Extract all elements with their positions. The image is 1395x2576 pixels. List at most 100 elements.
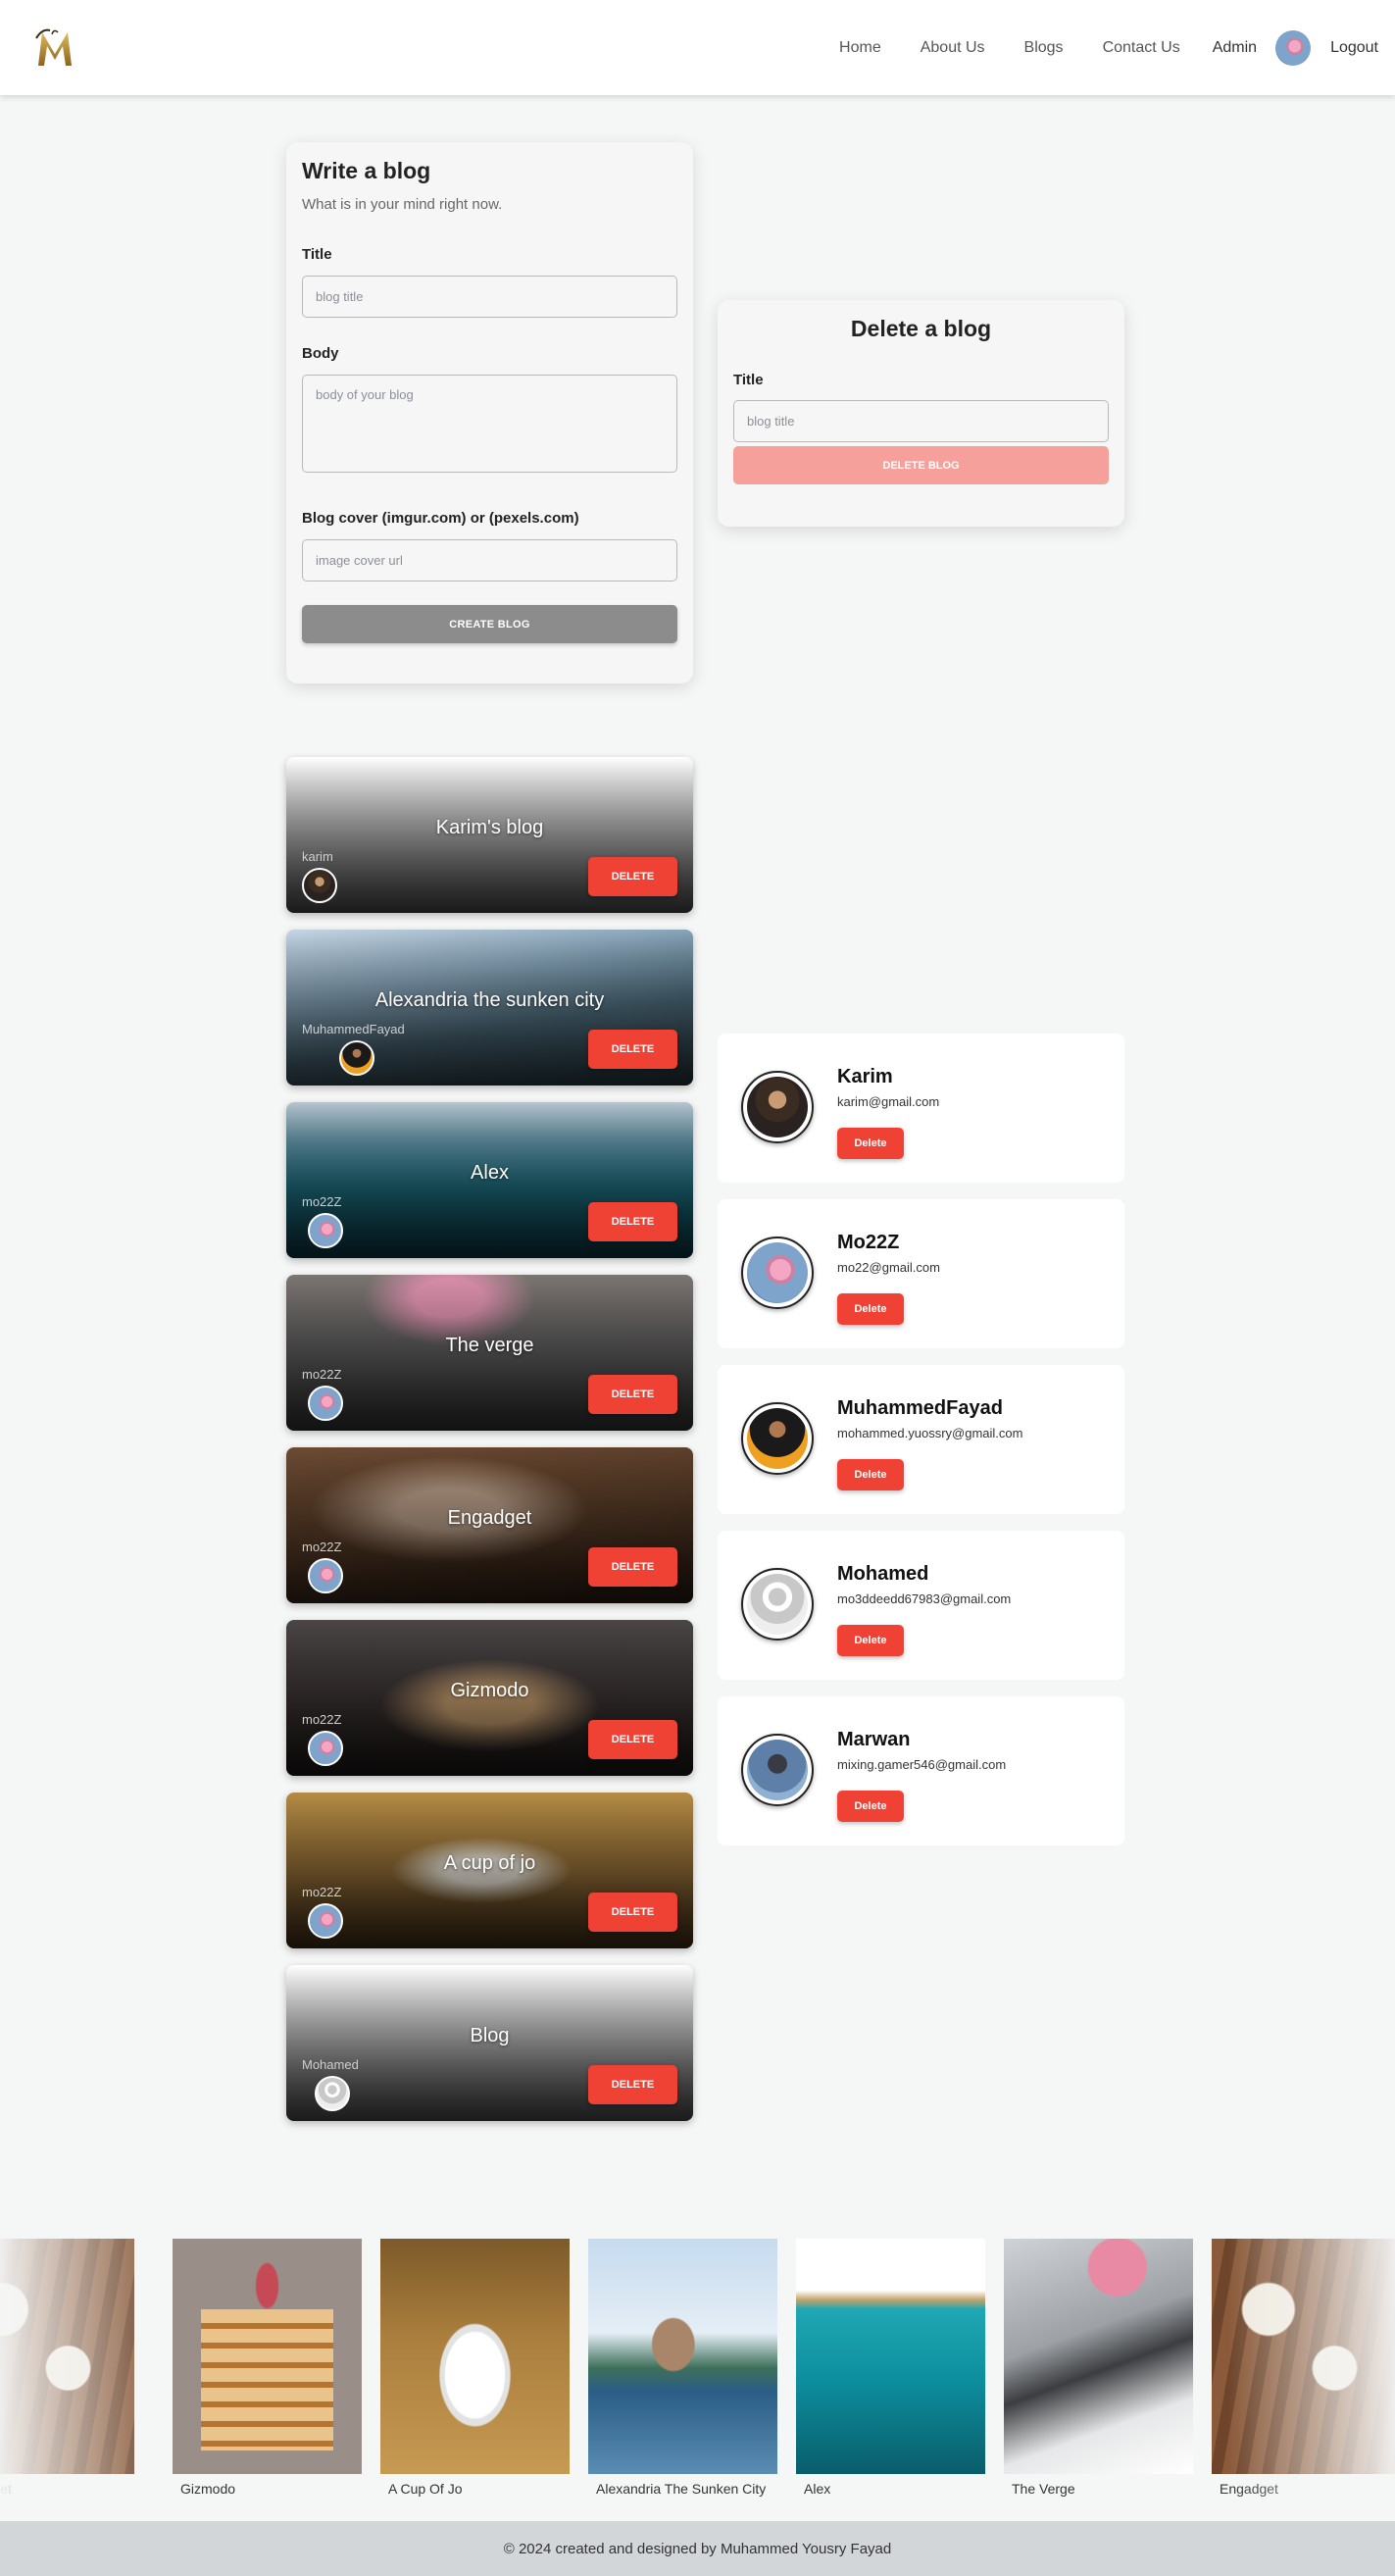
delete-blog-button[interactable]: DELETE BLOG [733, 446, 1109, 484]
blog-card[interactable]: Alex mo22Z DELETE [286, 1102, 693, 1258]
delete-blog-card-button[interactable]: DELETE [588, 1547, 677, 1587]
create-blog-button[interactable]: CREATE BLOG [302, 605, 677, 643]
avatar-image [747, 1077, 808, 1137]
blog-card-author: mo22Z [302, 1367, 342, 1382]
user-card-avatar [741, 1568, 814, 1641]
blog-title-input[interactable] [302, 276, 677, 318]
avatar-image [747, 1408, 808, 1469]
blog-card-title: The verge [445, 1335, 534, 1356]
delete-blog-card-button[interactable]: DELETE [588, 1375, 677, 1414]
blog-card[interactable]: Karim's blog karim DELETE [286, 757, 693, 913]
blog-card-author: Mohamed [302, 2057, 359, 2072]
delete-blog-card-button[interactable]: DELETE [588, 857, 677, 896]
title-label: Title [302, 246, 332, 263]
carousel-slide[interactable]: The Verge [1004, 2239, 1193, 2497]
user-card-name: Karim [837, 1066, 893, 1087]
user-card-name: Mohamed [837, 1563, 929, 1585]
user-card-name: Mo22Z [837, 1232, 900, 1253]
nav-link-home[interactable]: Home [839, 39, 881, 57]
site-logo[interactable] [32, 26, 77, 70]
carousel-slide-image[interactable] [380, 2239, 570, 2474]
write-blog-card: Write a blog What is in your mind right … [286, 142, 693, 683]
blog-cover-input[interactable] [302, 539, 677, 581]
blog-card-title: Blog [470, 2025, 510, 2046]
delete-blog-title: Delete a blog [850, 316, 992, 341]
delete-blog-card-button[interactable]: DELETE [588, 2065, 677, 2104]
user-card: MuhammedFayad mohammed.yuossry@gmail.com D… [718, 1365, 1124, 1514]
blog-author-avatar [308, 1903, 343, 1939]
delete-user-button[interactable]: Delete [837, 1791, 904, 1822]
blog-card-title: Gizmodo [450, 1680, 529, 1701]
delete-blog-card-button[interactable]: DELETE [588, 1893, 677, 1932]
write-blog-subtitle: What is in your mind right now. [302, 196, 503, 213]
blog-card[interactable]: A cup of jo mo22Z DELETE [286, 1793, 693, 1948]
body-label: Body [302, 345, 339, 362]
blog-card-author: mo22Z [302, 1540, 342, 1554]
user-card: Karim karim@gmail.com Delete [718, 1034, 1124, 1183]
carousel-slide-caption: Gizmodo [180, 2481, 236, 2497]
blog-card[interactable]: Engadget mo22Z DELETE [286, 1447, 693, 1603]
user-card-name: MuhammedFayad [837, 1397, 1003, 1419]
blog-author-avatar [339, 1040, 374, 1076]
nav-link-about[interactable]: About Us [921, 39, 985, 57]
delete-user-button[interactable]: Delete [837, 1128, 904, 1159]
blog-card[interactable]: The verge mo22Z DELETE [286, 1275, 693, 1431]
blog-body-textarea[interactable] [302, 375, 677, 473]
nav-link-blogs[interactable]: Blogs [1024, 39, 1064, 57]
carousel-slide-image[interactable] [173, 2239, 362, 2474]
carousel-slide-image[interactable] [796, 2239, 985, 2474]
blog-author-avatar [315, 2076, 350, 2111]
user-card-avatar [741, 1734, 814, 1806]
nav-link-admin[interactable]: Admin [1213, 39, 1257, 57]
blog-card-author: mo22Z [302, 1885, 342, 1899]
carousel-slide-image[interactable] [588, 2239, 777, 2474]
blog-author-avatar [302, 868, 337, 903]
carousel-slide-caption: Alex [804, 2481, 831, 2497]
avatar-image [747, 1740, 808, 1800]
user-card-avatar [741, 1402, 814, 1475]
carousel-slide-image[interactable] [1004, 2239, 1193, 2474]
nav-links: Home About Us Blogs Contact Us Admin Log… [800, 29, 1378, 66]
blog-card[interactable]: Alexandria the sunken city MuhammedFayad D… [286, 930, 693, 1086]
blog-card[interactable]: Gizmodo mo22Z DELETE [286, 1620, 693, 1776]
delete-user-button[interactable]: Delete [837, 1293, 904, 1325]
cover-label: Blog cover (imgur.com) or (pexels.com) [302, 510, 579, 527]
blog-card-title: Alex [471, 1162, 509, 1184]
carousel-slide[interactable]: Alex [796, 2239, 985, 2497]
nav-link-logout[interactable]: Logout [1330, 39, 1378, 57]
blog-carousel[interactable]: EngadgetGizmodoA Cup Of JoAlexandria The… [0, 2239, 1395, 2503]
user-card: Mo22Z mo22@gmail.com Delete [718, 1199, 1124, 1348]
footer-text: © 2024 created and designed by Muhammed … [503, 2540, 892, 2557]
nav-link-contact[interactable]: Contact Us [1103, 39, 1180, 57]
blog-card[interactable]: Blog Mohamed DELETE [286, 1965, 693, 2121]
navbar: Home About Us Blogs Contact Us Admin Log… [0, 0, 1395, 95]
delete-user-button[interactable]: Delete [837, 1459, 904, 1490]
carousel-slide[interactable]: Gizmodo [173, 2239, 362, 2497]
user-card: Marwan mixing.gamer546@gmail.com Delete [718, 1696, 1124, 1845]
carousel-fade-left [0, 2239, 167, 2503]
user-card-avatar [741, 1237, 814, 1309]
blog-list: Karim's blog karim DELETE Alexandria the su… [286, 757, 693, 2138]
delete-user-button[interactable]: Delete [837, 1625, 904, 1656]
avatar-image [747, 1574, 808, 1635]
carousel-slide[interactable]: Alexandria The Sunken City [588, 2239, 777, 2497]
delete-title-label: Title [733, 372, 764, 388]
user-card-avatar [741, 1071, 814, 1143]
blog-card-title: Alexandria the sunken city [374, 989, 605, 1011]
blog-author-avatar [308, 1213, 343, 1248]
carousel-slide[interactable]: A Cup Of Jo [380, 2239, 570, 2497]
user-card-email: mo3ddeedd67983@gmail.com [837, 1591, 1012, 1606]
user-card-email: mo22@gmail.com [837, 1260, 940, 1275]
carousel-slide-caption: Alexandria The Sunken City [596, 2481, 767, 2497]
blog-card-title: Karim's blog [435, 817, 544, 838]
delete-blog-card-button[interactable]: DELETE [588, 1030, 677, 1069]
user-avatar[interactable] [1275, 29, 1312, 66]
delete-blog-title-input[interactable] [733, 400, 1109, 442]
blog-card-author: mo22Z [302, 1712, 342, 1727]
delete-blog-card-button[interactable]: DELETE [588, 1202, 677, 1241]
blog-card-author: mo22Z [302, 1194, 342, 1209]
user-card-name: Marwan [837, 1729, 911, 1750]
blog-author-avatar [308, 1731, 343, 1766]
delete-blog-card-button[interactable]: DELETE [588, 1720, 677, 1759]
carousel-fade-right [1228, 2239, 1395, 2503]
